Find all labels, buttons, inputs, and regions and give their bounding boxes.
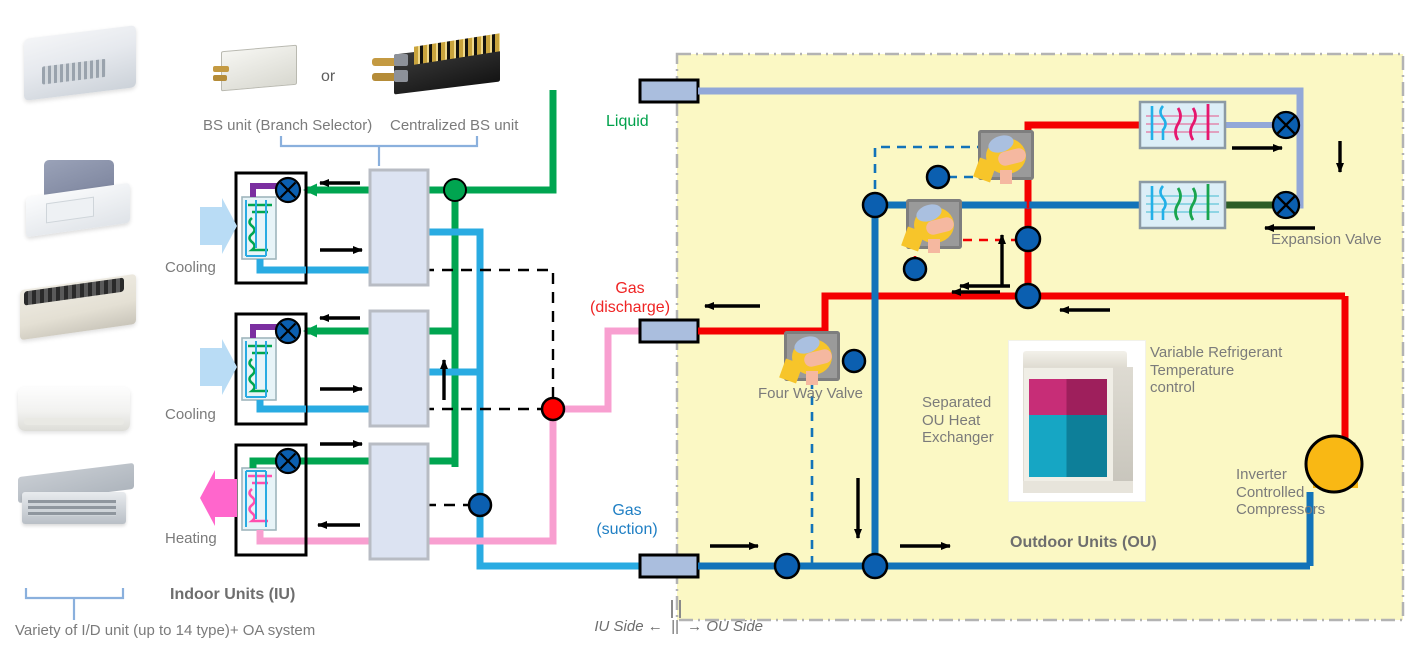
ou-node-discharge-low <box>1014 282 1042 310</box>
bs-unit-photo <box>213 44 297 94</box>
bs-unit-bracket <box>279 136 479 166</box>
bs-unit-box-1 <box>368 168 430 287</box>
iu-photo-wall-mounted <box>18 387 130 431</box>
heating-airflow-arrow <box>200 470 237 526</box>
bs-unit-box-2 <box>368 309 430 428</box>
liquid-junction-node <box>443 178 467 202</box>
cooling-airflow-arrow-1 <box>200 198 237 254</box>
outdoor-unit-photo <box>1008 340 1146 502</box>
diagram-canvas: or BS unit (Branch Selector) Centralized… <box>0 0 1421 653</box>
cooling-label-1: Cooling <box>165 259 216 276</box>
or-label: or <box>321 68 336 85</box>
port-liquid <box>638 78 700 104</box>
centralized-bs-unit-label: Centralized BS unit <box>390 117 519 134</box>
cooling-label-2: Cooling <box>165 406 216 423</box>
bs-unit-box-3 <box>368 442 430 561</box>
four-way-valve-photo-2 <box>900 193 968 255</box>
ou-node-suction-left <box>861 191 889 219</box>
ou-node-suction-bot-2 <box>861 552 889 580</box>
liquid-main-green <box>455 90 557 194</box>
node-iu3-upper <box>467 492 493 518</box>
iu-outlet-cyan-2 <box>256 400 306 413</box>
iu-outlet-pink-3 <box>256 530 294 545</box>
side-divider-label: IU Side ← || → OU Side <box>586 600 763 635</box>
discharge-junction-node <box>540 396 566 422</box>
indoor-units-label: Indoor Units (IU) <box>170 586 296 603</box>
port-suction <box>638 553 700 579</box>
iu-photo-four-way-cassette <box>24 160 132 238</box>
expansion-valve-label: Expansion Valve <box>1271 231 1382 248</box>
inverter-compressors-label: Inverter Controlled Compressors <box>1236 466 1326 519</box>
cooling-airflow-arrow-2 <box>200 339 237 395</box>
four-way-valve-label: Four Way Valve <box>758 385 864 402</box>
ou-node-fourway-right <box>841 348 867 374</box>
iu-outlet-cyan-1 <box>256 259 306 274</box>
indoor-units-bracket <box>24 588 125 620</box>
four-way-valve-photo-1 <box>778 325 846 387</box>
bs-unit-label: BS unit (Branch Selector) <box>203 117 373 134</box>
gas-suction-label: Gas (suction) <box>596 502 658 538</box>
iu-photo-ducted-concealed <box>18 462 134 532</box>
liquid-label: Liquid <box>606 113 649 130</box>
variable-refrigerant-label: Variable Refrigerant Temperature control <box>1150 344 1283 397</box>
heating-label: Heating <box>165 530 217 547</box>
gas-discharge-label: Gas (discharge) <box>589 280 671 316</box>
four-way-valve-photo-3 <box>972 124 1040 186</box>
centralized-bs-unit-photo <box>372 33 500 98</box>
iu-side-text: IU Side ← || → OU Side <box>594 617 764 635</box>
variety-note-label: Variety of I/D unit (up to 14 type)+ OA … <box>15 622 316 639</box>
separated-ou-heat-exchanger-label: Separated OU Heat Exchanger <box>922 394 994 447</box>
schematic-svg <box>24 52 1405 622</box>
outdoor-units-label: Outdoor Units (OU) <box>1010 534 1157 551</box>
ou-node-discharge-mid <box>1014 225 1042 253</box>
ou-node-control-lower <box>902 256 928 282</box>
gas-discharge-pink-main <box>553 327 647 413</box>
ou-node-suction-bot-1 <box>773 552 801 580</box>
port-discharge <box>638 318 700 344</box>
ou-node-control-upper <box>925 164 951 190</box>
